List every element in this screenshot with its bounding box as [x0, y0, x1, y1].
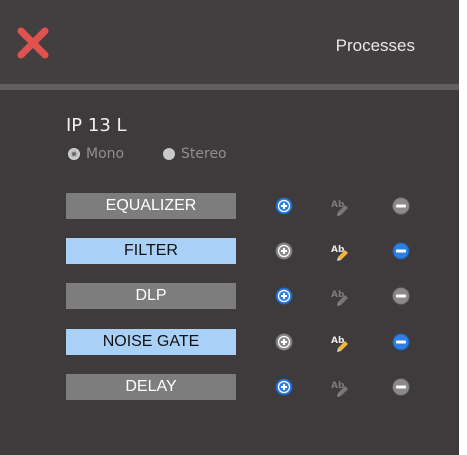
rename-icon[interactable]: Ab: [330, 241, 350, 261]
process-button[interactable]: DLP: [66, 283, 236, 309]
remove-process-icon[interactable]: [391, 286, 411, 306]
process-button[interactable]: EQUALIZER: [66, 193, 236, 219]
title-bar: Processes: [0, 0, 459, 84]
stereo-label: Stereo: [181, 146, 227, 162]
rename-icon[interactable]: Ab: [330, 196, 350, 216]
remove-process-icon[interactable]: [391, 241, 411, 261]
close-icon[interactable]: [16, 26, 50, 60]
process-button[interactable]: DELAY: [66, 374, 236, 400]
window-title: Processes: [335, 36, 415, 55]
rename-icon[interactable]: Ab: [330, 377, 350, 397]
process-row: DELAY Ab: [66, 374, 466, 400]
title-separator: [0, 84, 459, 90]
add-process-icon[interactable]: [274, 286, 294, 306]
mono-radio[interactable]: Mono: [68, 146, 124, 162]
remove-process-icon[interactable]: [391, 377, 411, 397]
mono-label: Mono: [86, 146, 125, 162]
processes-window: Processes IP 13 L Mono Stereo EQUALIZER A…: [0, 0, 459, 455]
rename-icon[interactable]: Ab: [330, 286, 350, 306]
process-button[interactable]: NOISE GATE: [66, 329, 236, 355]
remove-process-icon[interactable]: [391, 332, 411, 352]
channel-name: IP 13 L: [66, 115, 127, 136]
add-process-icon[interactable]: [274, 332, 294, 352]
add-process-icon[interactable]: [274, 377, 294, 397]
process-row: DLP Ab: [66, 283, 466, 309]
process-row: EQUALIZER Ab: [66, 193, 466, 219]
radio-unselected-icon: [163, 148, 175, 160]
radio-selected-icon: [68, 148, 80, 160]
process-row: NOISE GATE Ab: [66, 329, 466, 355]
process-row: FILTER Ab: [66, 238, 466, 264]
process-button[interactable]: FILTER: [66, 238, 236, 264]
add-process-icon[interactable]: [274, 241, 294, 261]
remove-process-icon[interactable]: [391, 196, 411, 216]
stereo-radio[interactable]: Stereo: [163, 146, 227, 162]
rename-icon[interactable]: Ab: [330, 332, 350, 352]
add-process-icon[interactable]: [274, 196, 294, 216]
